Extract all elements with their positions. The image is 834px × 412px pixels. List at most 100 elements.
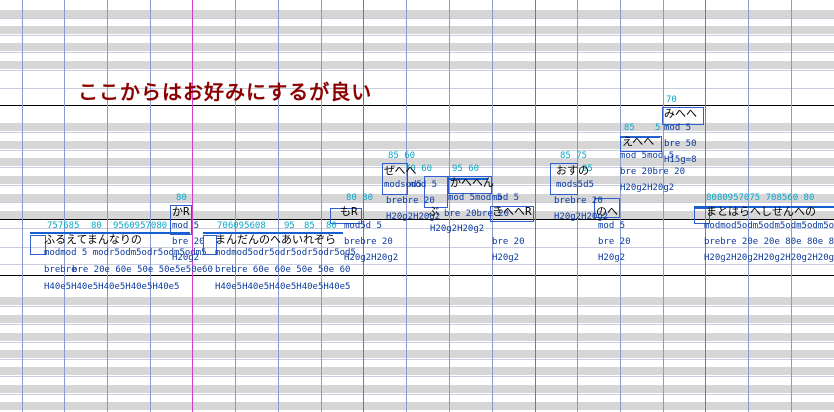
grid-band xyxy=(0,402,834,410)
mod-param: modmod5odr5odr5odr5odr5od5 xyxy=(215,248,356,258)
pitch-numbers: 85 75 xyxy=(560,151,588,161)
bre-param: brebre 20 xyxy=(386,196,435,206)
grid-col-line-accent xyxy=(535,0,536,412)
grid-band xyxy=(0,333,834,341)
grid-row-line xyxy=(0,150,834,151)
pitch-numbers: 95 xyxy=(284,221,295,231)
grid-col-line-accent xyxy=(192,0,193,412)
mod-param: mod 5 xyxy=(410,180,438,190)
lyric-text[interactable]: かR xyxy=(172,206,190,217)
lyric-text[interactable]: もR xyxy=(340,206,358,217)
lyric-text[interactable]: みへへ xyxy=(664,108,697,119)
bre-param: bre 50 xyxy=(664,139,697,149)
h-param: H40e5H40e5H40e5H40e5H40e5 xyxy=(215,282,351,292)
lyric-text[interactable]: かへへん xyxy=(450,177,494,188)
lyric-text[interactable]: きへへR xyxy=(492,206,532,217)
grid-row-line xyxy=(0,394,834,395)
mod-param: mods5d5 xyxy=(556,180,594,190)
grid-row-line xyxy=(0,306,834,307)
h-param: H20g2 xyxy=(598,253,626,263)
grid-col-line xyxy=(235,0,236,412)
lyric-text[interactable]: えへへ xyxy=(622,136,654,147)
grid-col-line xyxy=(278,0,279,412)
grid-band xyxy=(0,26,834,34)
grid-row-line xyxy=(0,324,834,325)
pitch-numbers: 70 xyxy=(666,95,677,105)
h-param: H15g=8 xyxy=(664,155,697,165)
grid-band xyxy=(0,315,834,323)
pitch-numbers: 85 xyxy=(624,123,635,133)
h-param: H40e5H40e5H40e5H40e5H40e5 xyxy=(44,282,180,292)
lyric-text[interactable]: ふるえてまんなりの xyxy=(44,234,142,245)
grid-col-line xyxy=(150,0,151,412)
h-param: H20g2H20g2 xyxy=(620,183,675,193)
sheet-heading: ここからはお好みにするが良い xyxy=(78,80,373,104)
pitch-numbers: 85 xyxy=(304,221,315,231)
grid-band xyxy=(0,297,834,305)
bre-param: bre 20 xyxy=(172,237,205,247)
h-param: H20g2 xyxy=(492,253,520,263)
grid-col-line xyxy=(577,0,578,412)
bre-param: brebre 20e 20e 80e 80e 80e 20e xyxy=(704,237,834,247)
bre-param: brebre 20 xyxy=(554,196,603,206)
lyric-text[interactable]: ぜへへ xyxy=(384,165,416,176)
grid-col-line xyxy=(107,0,108,412)
pitch-numbers: 9560957080 xyxy=(113,221,168,231)
h-param: H20g2H20g2 xyxy=(430,224,485,234)
grid-band xyxy=(0,123,834,131)
pitch-numbers: 80 xyxy=(91,221,102,231)
lyric-text[interactable]: まんだんのへあいれぞら xyxy=(215,234,336,245)
grid-col-line-accent xyxy=(363,0,364,412)
grid-row-line xyxy=(0,376,834,377)
mod-param: modmod5odm5odm5odm5odm5odm5 xyxy=(704,221,834,231)
mod-param: mod5d 5 xyxy=(344,221,382,231)
grid-col-line xyxy=(406,0,407,412)
grid-col-line xyxy=(449,0,450,412)
pitch-numbers: 85 60 xyxy=(388,151,416,161)
bre-param: bre 20 xyxy=(598,237,631,247)
bre-param: brebre 20 xyxy=(344,237,393,247)
pitch-numbers: 757685 xyxy=(47,221,80,231)
grid-col-line xyxy=(321,0,322,412)
grid-col-line xyxy=(22,0,23,412)
spreadsheet-canvas[interactable]: ここからはお好みにするが良い 757685 80 9560957080 80 か… xyxy=(0,0,834,412)
grid-row-line xyxy=(0,70,834,71)
grid-band xyxy=(0,367,834,375)
grid-row-line xyxy=(0,18,834,19)
grid-col-line xyxy=(620,0,621,412)
grid-band xyxy=(0,10,834,18)
section-separator xyxy=(0,105,834,106)
pitch-numbers: 5 xyxy=(655,123,661,133)
bre-param: bre 20e 60e 50e 50e5e50e60 xyxy=(72,265,213,275)
grid-band xyxy=(0,385,834,393)
grid-row-line xyxy=(0,359,834,360)
lyric-text[interactable]: まとはらへしせんへの xyxy=(706,206,816,217)
bre-param: bre 20bre 20 xyxy=(620,167,686,177)
grid-col-line xyxy=(64,0,65,412)
pitch-numbers: 80 80 xyxy=(346,193,374,203)
h-param: H20g2H20g2 xyxy=(554,212,609,222)
h-param: H20g2H20g2 xyxy=(386,212,441,222)
grid-col-line xyxy=(663,0,664,412)
mod-param: mod 5 xyxy=(492,193,520,203)
mod-param: mod 5 xyxy=(598,221,626,231)
grid-band xyxy=(0,43,834,51)
pitch-numbers: 706095608 xyxy=(217,221,266,231)
lyric-text[interactable]: おすの xyxy=(556,165,589,176)
grid-row-line xyxy=(0,35,834,36)
grid-band xyxy=(0,61,834,69)
h-param: H20g2H20g2 xyxy=(344,253,399,263)
h-param: H20g2 xyxy=(172,253,200,263)
pitch-numbers: 80 xyxy=(326,221,337,231)
pitch-numbers: 8080957075 708560 80 xyxy=(706,193,815,203)
grid-row-line xyxy=(0,132,834,133)
pitch-numbers: 95 60 xyxy=(452,164,480,174)
bre-param: bre 20 xyxy=(492,237,525,247)
mod-param: mod 5 xyxy=(664,123,692,133)
section-separator xyxy=(0,275,834,276)
h-param: H20g2H20g2H20g2H20g2H20g2H20g2 xyxy=(704,253,834,263)
bre-param: brebre 60e 60e 50e 50e 60 xyxy=(215,265,351,275)
grid-band xyxy=(0,141,834,149)
grid-row-line xyxy=(0,52,834,53)
grid-band xyxy=(0,350,834,358)
